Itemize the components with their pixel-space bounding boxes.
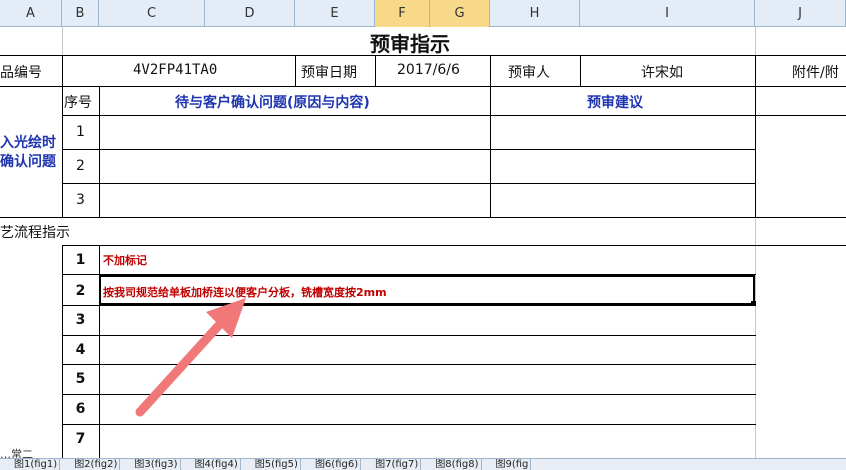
- review-date-label: 预审日期: [301, 65, 357, 81]
- col-header-a[interactable]: A: [0, 0, 62, 27]
- sheet-tab[interactable]: 图5(fig5): [241, 459, 301, 470]
- question-side-label-1: 入光绘时: [0, 135, 56, 151]
- reviewer-value[interactable]: 许宋如: [641, 62, 683, 82]
- question-row-number: 1: [76, 124, 85, 140]
- process-row-number: 7: [75, 431, 86, 447]
- border: [490, 55, 491, 218]
- gridline: [755, 218, 756, 458]
- border: [295, 55, 296, 86]
- border: [375, 55, 376, 86]
- sheet-tab[interactable]: 图7(fig7): [361, 459, 422, 470]
- process-row-number: 1: [75, 252, 86, 268]
- annotation-arrow-icon: [135, 298, 246, 417]
- gridline: [62, 27, 63, 55]
- advice-header: 预审建议: [587, 95, 643, 111]
- sheet-tab[interactable]: 图2(fig2): [60, 459, 121, 470]
- col-header-b[interactable]: B: [62, 0, 99, 27]
- sheet-tab[interactable]: 图4(fig4): [181, 459, 241, 470]
- col-header-f[interactable]: F: [375, 0, 430, 27]
- process-row-number: 4: [75, 342, 86, 358]
- process-row-text[interactable]: 不加标记: [103, 252, 147, 268]
- border: [62, 183, 756, 184]
- col-header-d[interactable]: D: [205, 0, 295, 27]
- sheet-tab[interactable]: 图1(fig1): [0, 459, 61, 470]
- col-header-i[interactable]: I: [580, 0, 755, 27]
- reviewer-label: 预审人: [508, 65, 550, 81]
- page-title: 预审指示: [370, 32, 450, 56]
- process-row-number: 3: [75, 312, 86, 328]
- border: [0, 217, 846, 218]
- sheet-tab-bar: 图1(fig1) 图2(fig2) 图3(fig3) 图4(fig4) 图5(fig5)…: [0, 458, 846, 470]
- sheet-tab[interactable]: 图6(fig6): [301, 459, 362, 470]
- border: [62, 149, 756, 150]
- attachment-label: 附件/附: [792, 65, 839, 81]
- sheet-tab[interactable]: 图8(fig8): [421, 459, 482, 470]
- question-header: 待与客户确认问题(原因与内容): [175, 95, 370, 111]
- process-section-label: 艺流程指示: [0, 225, 70, 241]
- border: [580, 55, 581, 86]
- process-row-number: 2: [75, 283, 86, 299]
- question-row-number: 2: [76, 158, 85, 174]
- review-date-value[interactable]: 2017/6/6: [397, 62, 460, 78]
- gridline: [755, 27, 756, 55]
- col-header-h[interactable]: H: [490, 0, 580, 27]
- col-header-c[interactable]: C: [99, 0, 205, 27]
- question-side-label-2: 确认问题: [0, 154, 56, 170]
- col-header-j[interactable]: J: [755, 0, 846, 27]
- process-row-number: 5: [75, 371, 86, 387]
- border: [99, 86, 100, 218]
- border: [755, 55, 756, 218]
- question-row-number: 3: [76, 192, 85, 208]
- fill-handle[interactable]: [751, 301, 756, 306]
- border: [62, 115, 846, 116]
- product-number-value[interactable]: 4V2FP41TA0: [133, 62, 217, 78]
- border: [62, 424, 756, 425]
- border: [0, 86, 846, 87]
- sheet-tab[interactable]: 图9(fig: [482, 459, 532, 470]
- sheet-tab[interactable]: 图3(fig3): [120, 459, 181, 470]
- product-number-label: 品编号: [0, 65, 42, 81]
- border: [62, 245, 846, 246]
- col-header-e[interactable]: E: [295, 0, 375, 27]
- process-row-number: 6: [75, 401, 86, 417]
- seq-header: 序号: [64, 95, 92, 111]
- col-header-g[interactable]: G: [430, 0, 490, 27]
- border: [0, 55, 846, 56]
